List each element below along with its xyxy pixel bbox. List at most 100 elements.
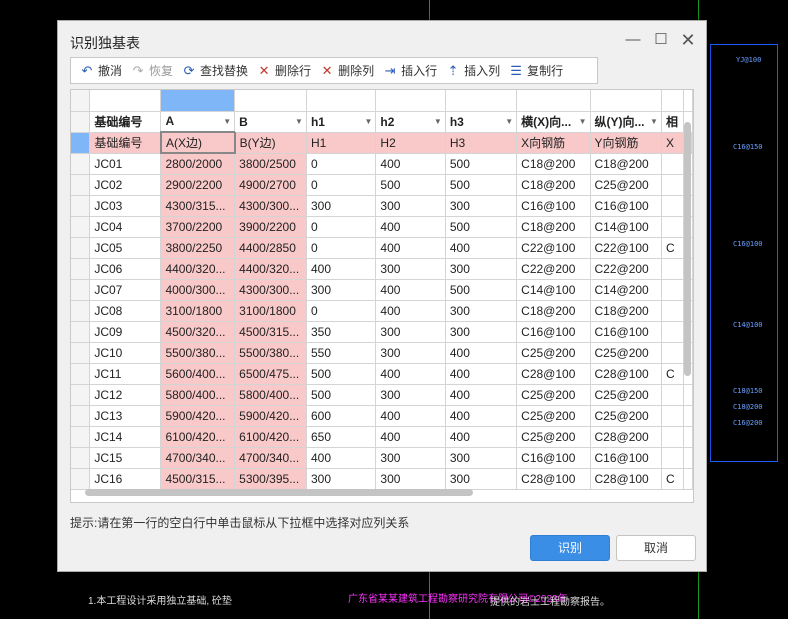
table-cell[interactable]: 500 <box>445 174 518 196</box>
table-cell[interactable]: C <box>661 237 685 259</box>
table-cell[interactable]: JC09 <box>89 321 162 343</box>
table-cell[interactable]: 4500/320... <box>160 321 236 343</box>
table-cell[interactable]: 5600/400... <box>160 363 236 385</box>
table-cell[interactable]: JC13 <box>89 405 162 427</box>
table-row[interactable]: JC10 5500/380... 5500/380... 550 300 400 C25@2… <box>71 342 693 364</box>
table-cell[interactable]: 400 <box>445 342 518 364</box>
table-cell[interactable]: C28@100 <box>590 363 662 385</box>
table-cell[interactable]: 400 <box>375 426 446 448</box>
table-cell[interactable]: 400 <box>445 384 518 406</box>
table-row[interactable]: JC04 3700/2200 3900/2200 0 400 500 C18@200 C14@… <box>71 216 693 238</box>
column-header[interactable]: 相 <box>661 111 685 133</box>
table-cell[interactable]: 3100/1800 <box>234 300 307 322</box>
table-cell[interactable]: 400 <box>306 258 377 280</box>
table-row[interactable]: JC12 5800/400... 5800/400... 500 300 400 C25@2… <box>71 384 693 406</box>
mapping-cell[interactable]: 基础编号 <box>89 132 162 154</box>
table-cell[interactable] <box>661 300 685 322</box>
table-cell[interactable]: 400 <box>375 216 446 238</box>
column-header[interactable]: h3 ▼ <box>445 111 518 133</box>
table-cell[interactable]: 400 <box>306 447 377 469</box>
mapping-row[interactable]: 基础编号 A(X边) B(Y边) H1 H2 H3 X向钢筋 Y向钢筋 X <box>71 131 693 154</box>
table-cell[interactable]: 400 <box>375 300 446 322</box>
table-cell[interactable]: 5500/380... <box>234 342 307 364</box>
dropdown-arrow-icon[interactable]: ▼ <box>223 117 231 126</box>
table-cell[interactable]: 500 <box>375 174 446 196</box>
table-cell[interactable]: 3800/2250 <box>160 237 236 259</box>
table-row[interactable]: JC13 5900/420... 5900/420... 600 400 400 C25@2… <box>71 405 693 427</box>
table-cell[interactable]: 400 <box>375 405 446 427</box>
identify-button[interactable]: 识别 <box>530 535 610 561</box>
table-cell[interactable]: 0 <box>306 300 377 322</box>
table-row[interactable]: JC09 4500/320... 4500/315... 350 300 300 C16@1… <box>71 321 693 343</box>
table-row[interactable]: JC03 4300/315... 4300/300... 300 300 300 C16@1… <box>71 195 693 217</box>
table-cell[interactable]: JC14 <box>89 426 162 448</box>
mapping-cell[interactable]: B(Y边) <box>234 132 307 154</box>
table-cell[interactable]: C16@100 <box>516 447 591 469</box>
mapping-cell[interactable]: A(X边) <box>159 131 236 154</box>
table-cell[interactable]: C <box>661 468 685 490</box>
table-cell[interactable] <box>661 384 685 406</box>
table-cell[interactable]: 4000/300... <box>160 279 236 301</box>
table-cell[interactable]: 4700/340... <box>160 447 236 469</box>
table-cell[interactable]: C16@100 <box>590 195 662 217</box>
table-cell[interactable]: 400 <box>445 237 518 259</box>
table-cell[interactable]: 550 <box>306 342 377 364</box>
table-cell[interactable]: C28@100 <box>516 468 591 490</box>
table-cell[interactable]: 300 <box>445 321 518 343</box>
table-cell[interactable]: C18@200 <box>516 174 591 196</box>
table-cell[interactable]: 3800/2500 <box>234 153 307 175</box>
table-cell[interactable]: 500 <box>306 384 377 406</box>
table-cell[interactable]: C25@200 <box>590 342 662 364</box>
table-cell[interactable]: 5800/400... <box>234 384 307 406</box>
dropdown-arrow-icon[interactable]: ▼ <box>505 117 513 126</box>
redo-button[interactable]: ↷ 恢复 <box>126 59 177 82</box>
column-header[interactable]: 纵(Y)向... ▼ <box>590 111 662 133</box>
insert-row-button[interactable]: ⇥ 插入行 <box>378 59 441 82</box>
table-cell[interactable]: JC12 <box>89 384 162 406</box>
close-icon[interactable]: ✕ <box>678 30 698 50</box>
table-cell[interactable] <box>661 279 685 301</box>
table-cell[interactable]: 300 <box>375 468 446 490</box>
column-selector-cell[interactable] <box>89 90 162 112</box>
table-cell[interactable]: C <box>661 363 685 385</box>
table-cell[interactable]: C18@200 <box>516 153 591 175</box>
vertical-scrollbar[interactable] <box>684 122 691 376</box>
column-selector-cell[interactable] <box>590 90 662 112</box>
table-cell[interactable]: JC03 <box>89 195 162 217</box>
table-cell[interactable]: C25@200 <box>516 384 591 406</box>
table-cell[interactable]: 2900/2200 <box>160 174 236 196</box>
column-selector-cell[interactable] <box>445 90 518 112</box>
table-cell[interactable]: 0 <box>306 153 377 175</box>
data-grid[interactable]: 基础编号 A ▼ B ▼ h1 ▼ h2 ▼ h3 ▼ 横(X)向... ▼ 纵(Y)向... ▼ 相基础编号… <box>70 89 694 503</box>
table-cell[interactable]: 5500/380... <box>160 342 236 364</box>
table-cell[interactable]: 400 <box>375 363 446 385</box>
table-cell[interactable]: 300 <box>306 468 377 490</box>
table-cell[interactable]: 3900/2200 <box>234 216 307 238</box>
table-cell[interactable] <box>661 174 685 196</box>
horizontal-scrollbar[interactable] <box>85 489 473 496</box>
table-cell[interactable]: C22@100 <box>516 237 591 259</box>
dialog-titlebar[interactable]: 识别独基表 — ☐ ✕ <box>58 21 706 59</box>
table-cell[interactable]: JC01 <box>89 153 162 175</box>
table-cell[interactable]: 4400/320... <box>234 258 307 280</box>
table-cell[interactable] <box>661 342 685 364</box>
table-cell[interactable]: 5300/395... <box>234 468 307 490</box>
mapping-cell[interactable]: X向钢筋 <box>516 132 591 154</box>
table-cell[interactable]: 400 <box>445 405 518 427</box>
table-row[interactable]: JC01 2800/2000 3800/2500 0 400 500 C18@200 C18@… <box>71 153 693 175</box>
table-row[interactable]: JC15 4700/340... 4700/340... 400 300 300 C16@1… <box>71 447 693 469</box>
table-cell[interactable]: 350 <box>306 321 377 343</box>
table-cell[interactable]: C28@100 <box>516 363 591 385</box>
table-cell[interactable]: 3700/2200 <box>160 216 236 238</box>
dropdown-arrow-icon[interactable]: ▼ <box>295 117 303 126</box>
mapping-cell[interactable]: H2 <box>375 132 446 154</box>
table-cell[interactable]: JC10 <box>89 342 162 364</box>
table-cell[interactable] <box>661 153 685 175</box>
table-cell[interactable]: 400 <box>375 237 446 259</box>
column-header[interactable]: B ▼ <box>234 111 307 133</box>
table-cell[interactable]: C25@200 <box>590 405 662 427</box>
dropdown-arrow-icon[interactable]: ▼ <box>434 117 442 126</box>
table-cell[interactable]: 300 <box>375 321 446 343</box>
table-cell[interactable]: JC11 <box>89 363 162 385</box>
table-cell[interactable]: JC08 <box>89 300 162 322</box>
